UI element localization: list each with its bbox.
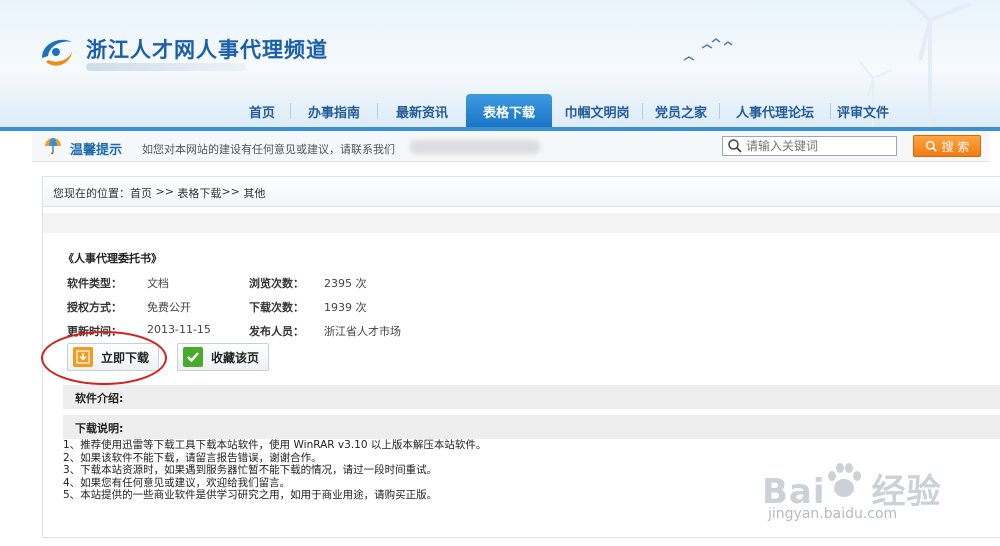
breadcrumb-current: 其他 <box>243 187 266 200</box>
breadcrumb-prefix: 您现在的位置： <box>53 187 130 200</box>
breadcrumb-link-form-download[interactable]: 表格下载 <box>177 185 221 201</box>
tips-text: 如您对本网站的建设有任何意见或建议，请联系我们 <box>142 143 395 156</box>
watermark-url: jingyan.baidu.com <box>768 506 898 522</box>
site-header: 浙江人才网人事代理频道 首页 办事指南 最新资讯 表格下载 巾帼文明岗 党员之家… <box>0 0 1000 128</box>
nav-item-forum[interactable]: 人事代理论坛 <box>720 94 830 128</box>
breadcrumb-bar: 您现在的位置： 首页 >> 表格下载 >> 其他 <box>43 177 1000 207</box>
document-title: 《人事代理委托书》 <box>63 252 162 265</box>
bookmark-page-label: 收藏该页 <box>211 350 260 365</box>
spacer-band <box>43 213 1000 233</box>
site-logo-icon <box>42 39 72 66</box>
breadcrumb-separator: >> <box>221 185 244 198</box>
bookmark-page-button[interactable]: 收藏该页 <box>177 343 269 371</box>
info-value-updated: 2013-11-15 <box>147 323 211 336</box>
note-item: 1、推荐使用迅雷等下载工具下载本站软件，使用 WinRAR v3.10 以上版本… <box>63 439 487 451</box>
checkmark-icon <box>183 347 203 367</box>
note-item: 2、如果该软件不能下载，请留言报告错误，谢谢合作。 <box>63 451 322 464</box>
info-label-publisher: 发布人员： <box>249 325 304 338</box>
breadcrumb-link-home[interactable]: 首页 <box>130 185 152 201</box>
nav-item-women-civilization[interactable]: 巾帼文明岗 <box>552 94 642 128</box>
info-label-downloads: 下载次数： <box>249 301 304 314</box>
download-notes: 1、推荐使用迅雷等下载工具下载本站软件，使用 WinRAR v3.10 以上版本… <box>63 439 486 502</box>
note-item: 3、下载本站资源时，如果遇到服务器忙暂不能下载的情况，请过一段时间重试。 <box>63 464 438 476</box>
breadcrumb: 您现在的位置： 首页 >> 表格下载 >> 其他 <box>53 185 265 201</box>
intro-section: 软件介绍: <box>63 385 1000 409</box>
download-icon <box>73 347 93 367</box>
info-value-views: 2395 次 <box>324 277 367 290</box>
info-value-downloads: 1939 次 <box>324 301 367 314</box>
info-label-type: 软件类型： <box>67 277 122 290</box>
paw-icon <box>828 463 861 497</box>
nav-item-party-home[interactable]: 党员之家 <box>643 94 719 128</box>
notes-label: 下载说明: <box>75 422 124 435</box>
umbrella-icon <box>45 138 61 154</box>
baidu-watermark: Bai 经验 jingyan.baidu.com <box>762 463 992 534</box>
search-input[interactable] <box>746 139 894 153</box>
notes-section: 下载说明: <box>63 415 1000 439</box>
site-title[interactable]: 浙江人才网人事代理频道 <box>86 34 328 64</box>
breadcrumb-separator: >> <box>152 185 178 198</box>
download-now-button[interactable]: 立即下载 <box>67 343 159 371</box>
note-item: 5、本站提供的一些商业软件是供学习研究之用，如用于商业用途，请购买正版。 <box>63 489 438 501</box>
info-label-updated: 更新时间： <box>67 325 122 338</box>
info-value-type: 文档 <box>147 277 169 290</box>
birds-decoration <box>683 38 733 61</box>
tips-title: 温馨提示 <box>70 143 123 158</box>
nav-item-news[interactable]: 最新资讯 <box>378 94 466 128</box>
tips-bar: 温馨提示 如您对本网站的建设有任何意见或建议，请联系我们 搜 索 <box>32 131 990 162</box>
search-icon <box>728 139 742 153</box>
search-button-label: 搜 索 <box>941 139 970 154</box>
nav-item-form-download[interactable]: 表格下载 <box>466 94 552 128</box>
info-label-license: 授权方式： <box>67 301 122 314</box>
search-icon <box>925 140 937 152</box>
main-nav: 首页 办事指南 最新资讯 表格下载 巾帼文明岗 党员之家 人事代理论坛 评审文件 <box>234 94 895 128</box>
note-item: 4、如果您有任何意见或建议，欢迎给我们留言。 <box>63 476 291 489</box>
site-subtitle <box>86 63 246 71</box>
download-now-label: 立即下载 <box>101 350 150 365</box>
search-box <box>722 136 897 156</box>
intro-label: 软件介绍: <box>75 392 124 405</box>
info-value-publisher: 浙江省人才市场 <box>324 325 401 338</box>
nav-item-guide[interactable]: 办事指南 <box>291 94 377 128</box>
contact-info-redacted <box>410 140 540 154</box>
info-label-views: 浏览次数： <box>249 277 304 290</box>
info-value-license: 免费公开 <box>147 301 191 314</box>
nav-item-review-docs[interactable]: 评审文件 <box>831 94 895 128</box>
nav-item-home[interactable]: 首页 <box>234 94 290 128</box>
search-button[interactable]: 搜 索 <box>913 135 981 157</box>
